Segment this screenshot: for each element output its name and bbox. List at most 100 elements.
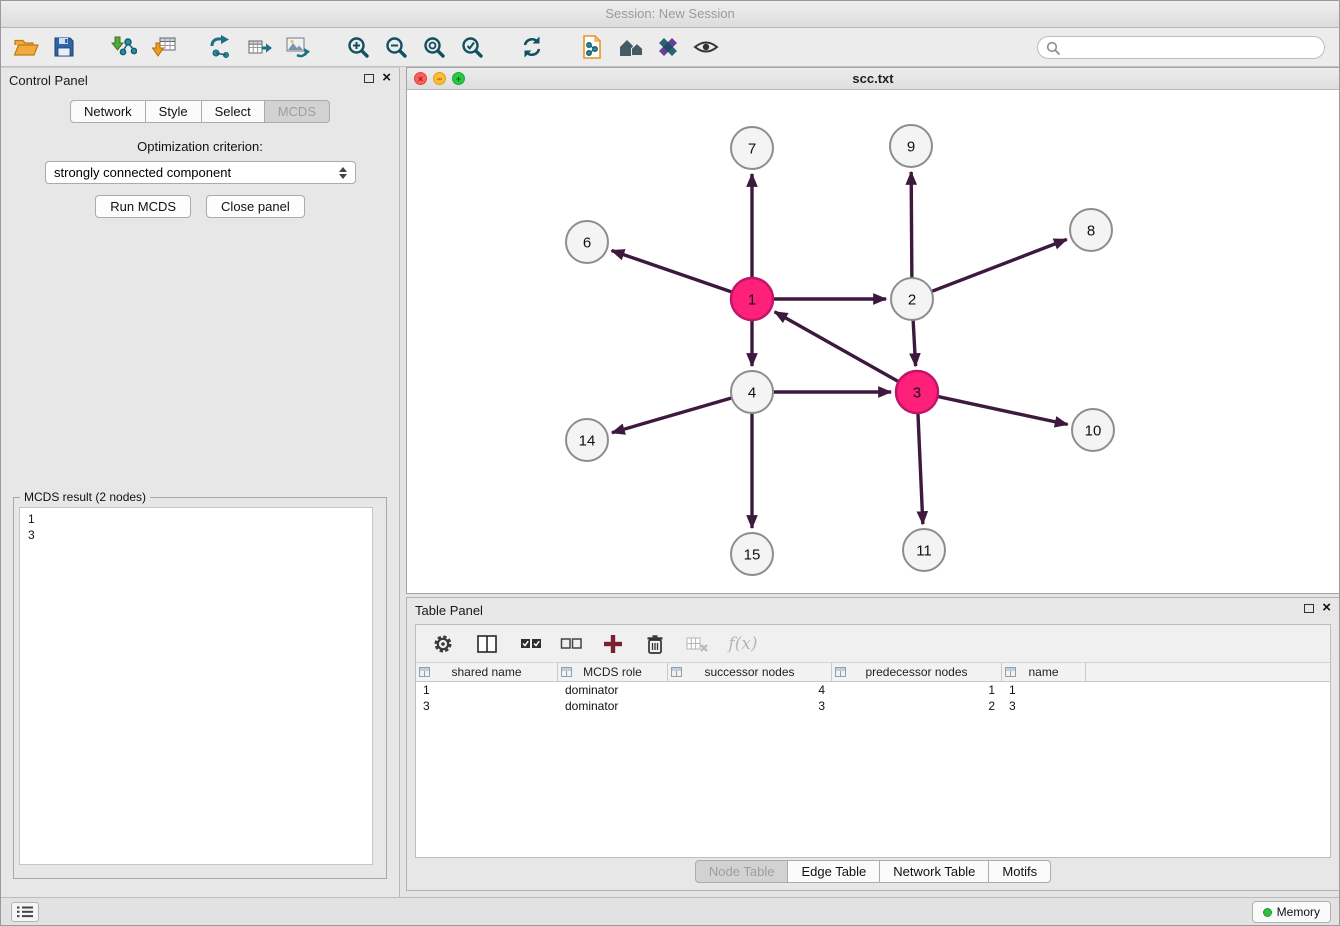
table-cell[interactable]: 1 [1002, 682, 1086, 698]
column-header[interactable]: shared name [416, 663, 558, 681]
mcds-result-list[interactable]: 1 3 [19, 507, 373, 865]
column-menu-icon[interactable] [419, 667, 430, 677]
graph-edge[interactable] [612, 398, 732, 433]
table-cell[interactable]: 3 [1002, 698, 1086, 714]
graph-node-label: 9 [907, 138, 915, 155]
tab-network-table[interactable]: Network Table [880, 860, 989, 883]
graph-node[interactable]: 1 [731, 278, 773, 320]
network-window-titlebar[interactable]: × − + scc.txt [407, 68, 1339, 90]
save-icon[interactable] [47, 31, 81, 63]
tab-style[interactable]: Style [146, 100, 202, 123]
column-menu-icon[interactable] [1005, 667, 1016, 677]
table-row[interactable]: 1dominator411 [416, 682, 1330, 698]
graph-node[interactable]: 3 [896, 371, 938, 413]
table-row[interactable]: 3dominator323 [416, 698, 1330, 714]
deselect-all-icon[interactable] [556, 629, 586, 659]
criterion-select[interactable]: strongly connected component [45, 161, 356, 184]
edge-layer [612, 172, 1068, 528]
minimize-window-button[interactable]: − [433, 72, 446, 85]
columns-icon[interactable] [472, 629, 502, 659]
zoom-out-icon[interactable] [379, 31, 413, 63]
clone-network-icon[interactable] [575, 31, 609, 63]
column-header-label: name [1028, 665, 1058, 679]
float-panel-icon[interactable] [364, 74, 374, 83]
export-network-icon[interactable] [205, 31, 239, 63]
column-menu-icon[interactable] [671, 667, 682, 677]
close-window-button[interactable]: × [414, 72, 427, 85]
search-input[interactable] [1037, 36, 1325, 59]
open-folder-icon[interactable] [9, 31, 43, 63]
table-cell[interactable]: 4 [668, 682, 832, 698]
column-header-label: MCDS role [583, 665, 642, 679]
graph-node[interactable]: 6 [566, 221, 608, 263]
tab-mcds[interactable]: MCDS [265, 100, 330, 123]
graph-node[interactable]: 11 [903, 529, 945, 571]
style-icon[interactable] [651, 31, 685, 63]
graph-node[interactable]: 10 [1072, 409, 1114, 451]
table-panel-title: Table Panel [415, 603, 483, 618]
column-menu-icon[interactable] [835, 667, 846, 677]
export-image-icon[interactable] [281, 31, 315, 63]
table-cell[interactable]: dominator [558, 682, 668, 698]
zoom-in-icon[interactable] [341, 31, 375, 63]
column-header-label: predecessor nodes [865, 665, 967, 679]
tab-motifs[interactable]: Motifs [989, 860, 1051, 883]
zoom-fit-icon[interactable] [417, 31, 451, 63]
import-table-icon[interactable] [147, 31, 181, 63]
graph-edge[interactable] [913, 320, 915, 366]
table-cell[interactable]: 3 [668, 698, 832, 714]
graph-node[interactable]: 4 [731, 371, 773, 413]
column-header[interactable]: name [1002, 663, 1086, 681]
memory-button[interactable]: Memory [1252, 901, 1331, 923]
run-mcds-button[interactable]: Run MCDS [95, 195, 191, 218]
dropdown-arrows-icon [339, 167, 347, 179]
graph-edge[interactable] [932, 239, 1067, 291]
graph-edge[interactable] [775, 312, 899, 382]
graph-node[interactable]: 8 [1070, 209, 1112, 251]
close-panel-button[interactable]: Close panel [206, 195, 305, 218]
export-table-icon[interactable] [243, 31, 277, 63]
table-cell[interactable]: dominator [558, 698, 668, 714]
graph-edge[interactable] [918, 413, 923, 524]
tab-node-table[interactable]: Node Table [695, 860, 789, 883]
close-panel-icon[interactable]: × [382, 72, 391, 84]
gear-icon[interactable] [428, 629, 458, 659]
graph-node[interactable]: 7 [731, 127, 773, 169]
close-table-panel-icon[interactable]: × [1322, 602, 1331, 614]
zoom-window-button[interactable]: + [452, 72, 465, 85]
tab-network[interactable]: Network [70, 100, 146, 123]
delete-table-icon [682, 629, 712, 659]
import-network-icon[interactable] [107, 31, 141, 63]
graph-node[interactable]: 9 [890, 125, 932, 167]
column-menu-icon[interactable] [561, 667, 572, 677]
task-history-button[interactable] [11, 902, 39, 922]
add-column-icon[interactable] [598, 629, 628, 659]
table-cell[interactable]: 3 [416, 698, 558, 714]
eye-icon[interactable] [689, 31, 723, 63]
graph-node[interactable]: 14 [566, 419, 608, 461]
search-icon [1046, 41, 1060, 55]
search-field[interactable] [1065, 40, 1316, 55]
graph-node[interactable]: 2 [891, 278, 933, 320]
trash-icon[interactable] [640, 629, 670, 659]
graph-edge[interactable] [938, 396, 1068, 424]
tab-select[interactable]: Select [202, 100, 265, 123]
column-header[interactable]: MCDS role [558, 663, 668, 681]
tab-edge-table[interactable]: Edge Table [788, 860, 880, 883]
select-all-icon[interactable] [516, 629, 546, 659]
graph-edge[interactable] [911, 172, 912, 278]
home-icon[interactable] [613, 31, 647, 63]
table-cell[interactable]: 2 [832, 698, 1002, 714]
table-cell[interactable]: 1 [416, 682, 558, 698]
float-table-panel-icon[interactable] [1304, 604, 1314, 613]
graph-node[interactable]: 15 [731, 533, 773, 575]
graph-edge[interactable] [612, 250, 733, 292]
zoom-selected-icon[interactable] [455, 31, 489, 63]
column-header-label: successor nodes [704, 665, 794, 679]
table-cell[interactable]: 1 [832, 682, 1002, 698]
graph-node-label: 3 [913, 384, 921, 401]
column-header[interactable]: predecessor nodes [832, 663, 1002, 681]
network-graph[interactable]: 7 9 6 8 1 2 4 3 14 10 15 11 [407, 90, 1339, 593]
column-header[interactable]: successor nodes [668, 663, 832, 681]
refresh-icon[interactable] [515, 31, 549, 63]
